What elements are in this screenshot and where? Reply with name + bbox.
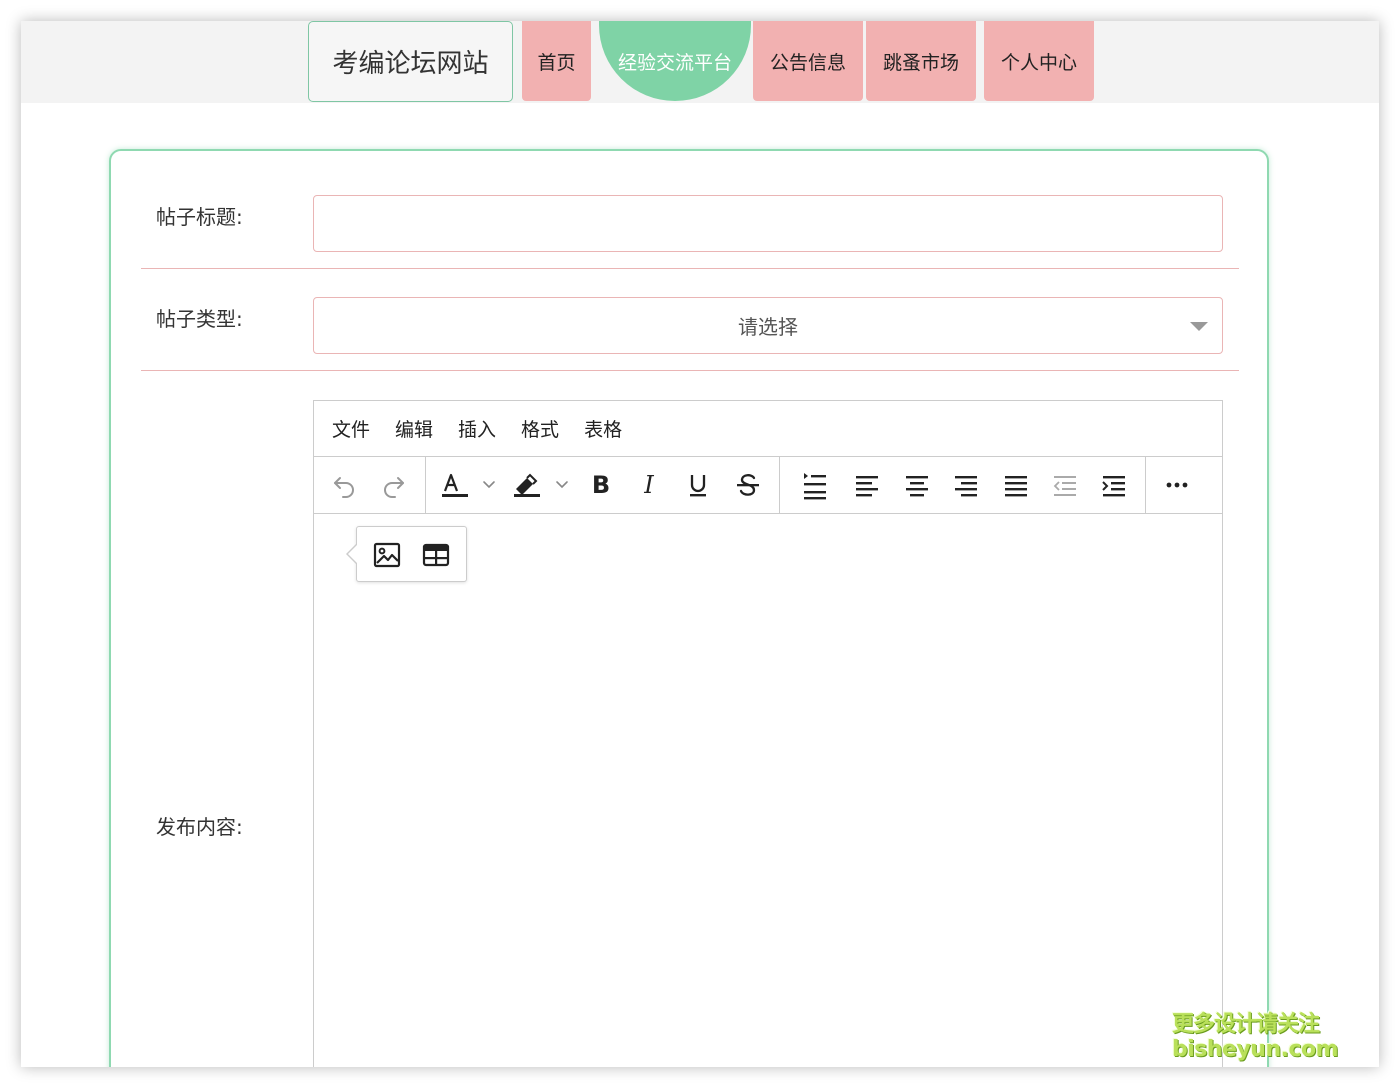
browser-page: 考编论坛网站 首页 经验交流平台 公告信息 跳蚤市场 个人中心 帖子标题: 帖子… [21,21,1379,1067]
align-right-icon[interactable] [949,457,983,513]
line-height-icon[interactable] [798,457,832,513]
post-title-label: 帖子标题: [156,205,243,229]
underline-icon[interactable] [682,457,714,513]
editor-menubar: 文件 编辑 插入 格式 表格 [314,401,1222,457]
watermark-line-1: 更多设计请关注 [1172,1012,1320,1037]
outdent-icon[interactable] [1048,457,1082,513]
toolbar-separator [425,457,426,513]
more-icon[interactable] [1159,457,1195,513]
strikethrough-icon[interactable] [732,457,764,513]
nav-experience-exchange[interactable]: 经验交流平台 [599,21,751,101]
bold-icon[interactable]: B [586,457,616,513]
menu-format[interactable]: 格式 [521,415,559,442]
undo-icon[interactable] [326,457,362,513]
site-brand[interactable]: 考编论坛网站 [308,21,513,102]
editor-toolbar: B I [314,457,1222,514]
image-icon[interactable] [371,539,403,571]
redo-icon[interactable] [376,457,412,513]
nav-personal-center[interactable]: 个人中心 [984,21,1094,101]
post-type-label: 帖子类型: [156,307,243,331]
post-type-placeholder: 请选择 [738,315,798,339]
toolbar-separator [1145,457,1146,513]
top-navigation: 考编论坛网站 首页 经验交流平台 公告信息 跳蚤市场 个人中心 [21,21,1379,103]
italic-icon[interactable]: I [634,457,664,513]
rich-text-editor[interactable]: 文件 编辑 插入 格式 表格 B I [313,400,1223,1067]
align-left-icon[interactable] [850,457,884,513]
menu-edit[interactable]: 编辑 [395,415,433,442]
toolbar-separator [779,457,780,513]
post-content-label: 发布内容: [156,815,243,839]
indent-icon[interactable] [1097,457,1131,513]
form-divider [141,370,1239,371]
caret-down-icon [1190,322,1208,331]
post-form-card: 帖子标题: 帖子类型: 请选择 发布内容: 文件 编辑 插入 格式 表格 B I [109,149,1269,1067]
highlight-icon[interactable] [510,457,574,513]
text-color-icon[interactable] [438,457,498,513]
form-divider [141,268,1239,269]
menu-table[interactable]: 表格 [584,415,622,442]
nav-announcements[interactable]: 公告信息 [753,21,863,101]
nav-home[interactable]: 首页 [522,21,591,101]
watermark-line-2: bisheyun.com [1172,1037,1339,1063]
menu-file[interactable]: 文件 [332,415,370,442]
quick-insert-popup [346,526,467,582]
table-icon[interactable] [420,539,452,571]
post-title-input[interactable] [313,195,1223,252]
align-justify-icon[interactable] [999,457,1033,513]
site-watermark: 更多设计请关注 bisheyun.com [1172,1012,1339,1063]
align-center-icon[interactable] [900,457,934,513]
nav-flea-market[interactable]: 跳蚤市场 [866,21,976,101]
menu-insert[interactable]: 插入 [458,415,496,442]
post-type-select[interactable]: 请选择 [313,297,1223,354]
